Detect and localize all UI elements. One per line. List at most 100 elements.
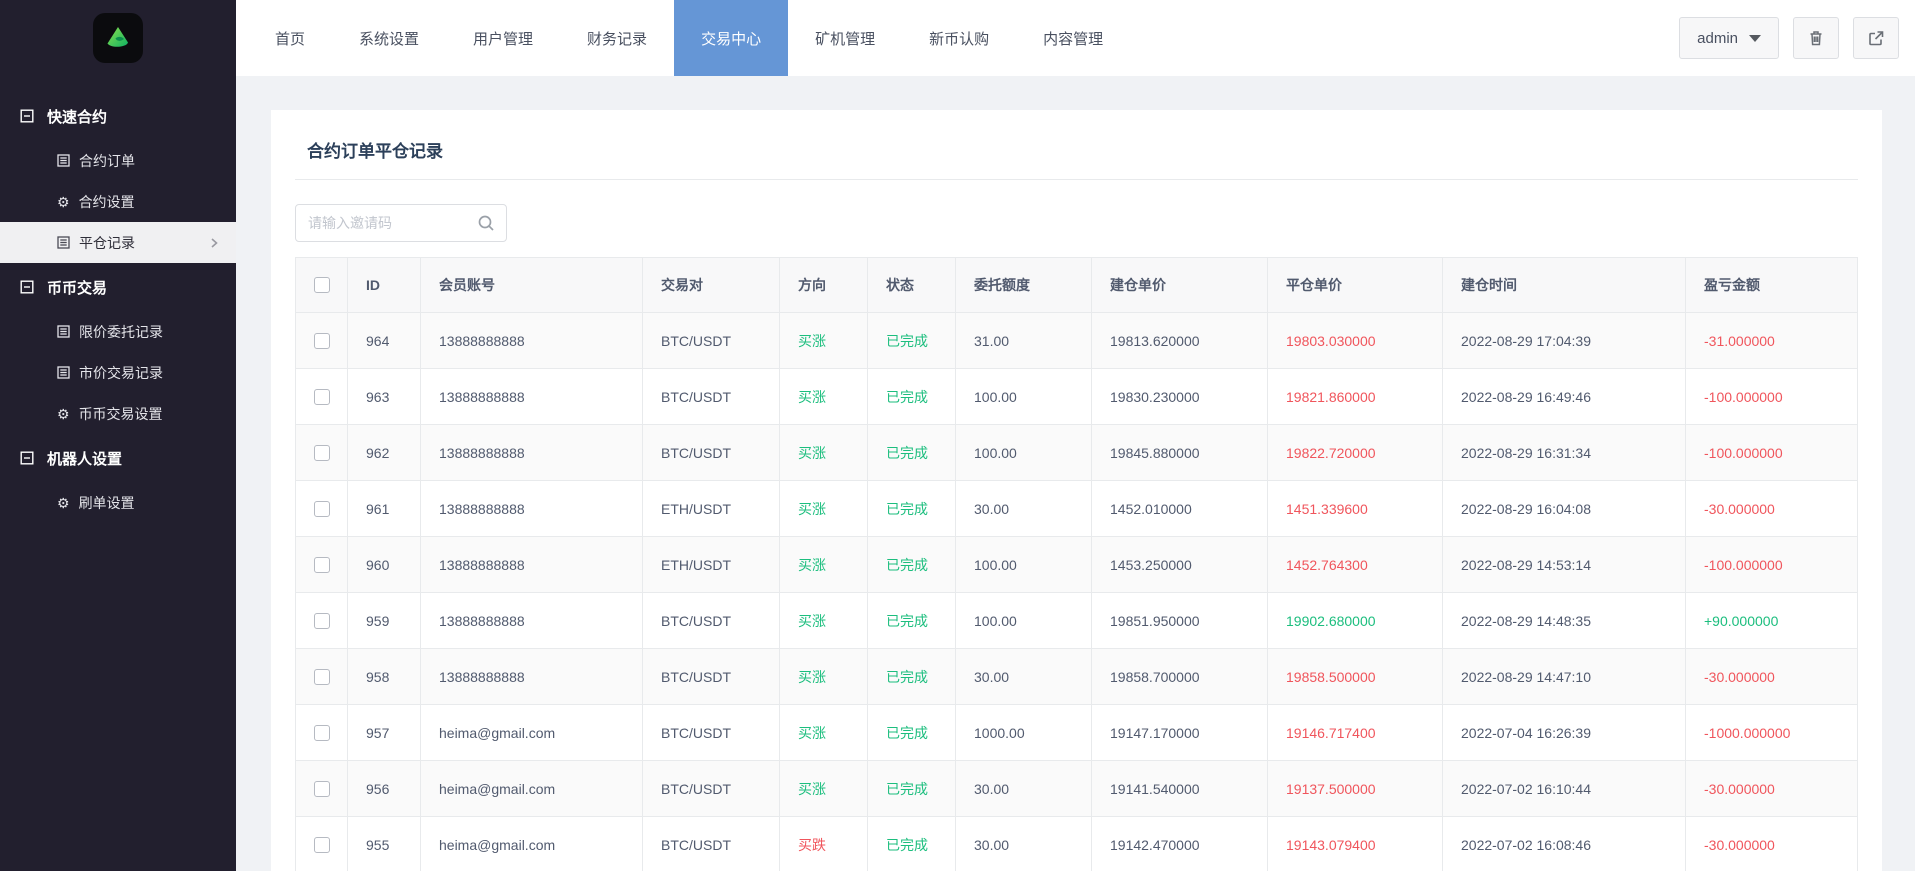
cell-account: heima@gmail.com xyxy=(420,816,643,871)
top-nav-tab-5[interactable]: 交易中心 xyxy=(674,0,789,76)
topbar: 首页 系统设置 用户管理 财务记录 交易中心 矿机管理 新币认购 内容管理 admin xyxy=(236,0,1915,76)
row-checkbox[interactable] xyxy=(313,780,330,797)
sidebar-section-label: 币币交易 xyxy=(47,279,108,297)
cell-direction: 买涨 xyxy=(779,368,868,425)
row-checkbox[interactable] xyxy=(313,668,330,685)
row-checkbox[interactable] xyxy=(313,836,330,853)
cell-open-price: 19813.620000 xyxy=(1091,312,1268,369)
cell-open-price: 19858.700000 xyxy=(1091,648,1268,705)
admin-username: admin xyxy=(1697,29,1738,47)
cell-account: heima@gmail.com xyxy=(420,760,643,817)
search-icon[interactable] xyxy=(476,213,496,233)
cell-status: 已完成 xyxy=(867,760,956,817)
cell-status: 已完成 xyxy=(867,592,956,649)
cell-account: 13888888888 xyxy=(420,536,643,593)
list-icon xyxy=(57,154,70,167)
sidebar-item-label: 合约设置 xyxy=(78,193,135,210)
top-nav-tab-2[interactable]: 系统设置 xyxy=(332,0,446,76)
app-logo[interactable] xyxy=(0,0,236,76)
sidebar-item[interactable]: ⚙ 刷单设置 xyxy=(0,482,236,523)
cell-id: 958 xyxy=(347,648,421,705)
column-header: 会员账号 xyxy=(420,257,643,313)
cell-profit: -31.000000 xyxy=(1685,312,1858,369)
sidebar-item[interactable]: 合约订单 xyxy=(0,140,236,181)
gear-icon: ⚙ xyxy=(57,494,70,511)
cell-status: 已完成 xyxy=(867,648,956,705)
row-checkbox[interactable] xyxy=(313,332,330,349)
cell-close-price: 19902.680000 xyxy=(1267,592,1443,649)
row-select-cell xyxy=(295,760,348,817)
cell-direction: 买涨 xyxy=(779,312,868,369)
cell-open-time: 2022-08-29 14:48:35 xyxy=(1442,592,1686,649)
cell-close-price: 1451.339600 xyxy=(1267,480,1443,537)
row-checkbox[interactable] xyxy=(313,612,330,629)
sidebar-item[interactable]: 限价委托记录 xyxy=(0,311,236,352)
sidebar-item-label: 币币交易设置 xyxy=(78,405,163,422)
cell-account: heima@gmail.com xyxy=(420,704,643,761)
cell-amount: 1000.00 xyxy=(955,704,1092,761)
cell-status: 已完成 xyxy=(867,312,956,369)
cell-pair: ETH/USDT xyxy=(642,536,780,593)
cell-direction: 买涨 xyxy=(779,704,868,761)
cell-amount: 100.00 xyxy=(955,592,1092,649)
sidebar-section-header[interactable]: 快速合约 xyxy=(0,92,236,140)
table-row: 955 heima@gmail.com BTC/USDT 买跌 已完成 30.00 1914… xyxy=(295,816,1858,871)
admin-dropdown-button[interactable]: admin xyxy=(1679,17,1779,59)
sidebar-item-label: 合约订单 xyxy=(79,152,135,169)
cell-close-price: 1452.764300 xyxy=(1267,536,1443,593)
sidebar-section-label: 快速合约 xyxy=(47,108,108,126)
row-checkbox[interactable] xyxy=(313,500,330,517)
cell-open-price: 19830.230000 xyxy=(1091,368,1268,425)
top-nav-tab-1[interactable]: 首页 xyxy=(248,0,332,76)
top-nav-tab-8[interactable]: 内容管理 xyxy=(1016,0,1130,76)
sidebar-section-header[interactable]: 机器人设置 xyxy=(0,434,236,482)
sidebar-item[interactable]: ⚙ 币币交易设置 xyxy=(0,393,236,434)
top-nav-tab-4[interactable]: 财务记录 xyxy=(560,0,674,76)
cell-direction: 买涨 xyxy=(779,424,868,481)
cell-open-time: 2022-08-29 14:53:14 xyxy=(1442,536,1686,593)
select-all-checkbox[interactable] xyxy=(313,277,330,293)
table-row: 959 13888888888 BTC/USDT 买涨 已完成 100.00 19851.9… xyxy=(295,592,1858,649)
row-select-cell xyxy=(295,536,348,593)
column-header: ID xyxy=(347,257,421,313)
gear-icon: ⚙ xyxy=(57,193,70,210)
logo-a-icon xyxy=(107,27,128,47)
cell-account: 13888888888 xyxy=(420,312,643,369)
content-card: 合约订单平仓记录 ID会员账号交易对方向状态委托额度建仓单价平仓单价建仓时间盈亏… xyxy=(271,110,1882,871)
row-checkbox[interactable] xyxy=(313,556,330,573)
sidebar-section-1: 快速合约合约订单 ⚙ 合约设置平仓记录 xyxy=(0,92,236,263)
logo-tile xyxy=(93,13,143,63)
table-row: 964 13888888888 BTC/USDT 买涨 已完成 31.00 19813.62… xyxy=(295,312,1858,369)
sidebar-item[interactable]: 平仓记录 xyxy=(0,222,236,263)
row-checkbox[interactable] xyxy=(313,724,330,741)
cell-close-price: 19858.500000 xyxy=(1267,648,1443,705)
sidebar-item[interactable]: 市价交易记录 xyxy=(0,352,236,393)
top-nav-tab-7[interactable]: 新币认购 xyxy=(902,0,1016,76)
sidebar-section-header[interactable]: 币币交易 xyxy=(0,263,236,311)
cell-amount: 31.00 xyxy=(955,312,1092,369)
search-box xyxy=(295,204,507,242)
trash-button[interactable] xyxy=(1793,17,1839,59)
export-logout-button[interactable] xyxy=(1853,17,1899,59)
cell-profit: -100.000000 xyxy=(1685,368,1858,425)
cell-pair: BTC/USDT xyxy=(642,368,780,425)
row-checkbox[interactable] xyxy=(313,444,330,461)
top-navigation: 首页 系统设置 用户管理 财务记录 交易中心 矿机管理 新币认购 内容管理 xyxy=(236,0,1130,76)
table-row: 960 13888888888 ETH/USDT 买涨 已完成 100.00 1453.25… xyxy=(295,536,1858,593)
cell-open-time: 2022-08-29 17:04:39 xyxy=(1442,312,1686,369)
table-row: 958 13888888888 BTC/USDT 买涨 已完成 30.00 19858.70… xyxy=(295,648,1858,705)
top-nav-tab-3[interactable]: 用户管理 xyxy=(446,0,560,76)
column-header: 平仓单价 xyxy=(1267,257,1443,313)
cell-pair: BTC/USDT xyxy=(642,704,780,761)
minus-square-icon xyxy=(20,109,34,123)
top-nav-tab-6[interactable]: 矿机管理 xyxy=(788,0,902,76)
cell-pair: BTC/USDT xyxy=(642,816,780,871)
sidebar-item-label: 刷单设置 xyxy=(78,494,135,511)
cell-direction: 买涨 xyxy=(779,760,868,817)
cell-open-time: 2022-08-29 16:04:08 xyxy=(1442,480,1686,537)
row-checkbox[interactable] xyxy=(313,388,330,405)
cell-id: 962 xyxy=(347,424,421,481)
sidebar-item[interactable]: ⚙ 合约设置 xyxy=(0,181,236,222)
cell-direction: 买涨 xyxy=(779,648,868,705)
sidebar-item-label: 平仓记录 xyxy=(79,234,135,251)
